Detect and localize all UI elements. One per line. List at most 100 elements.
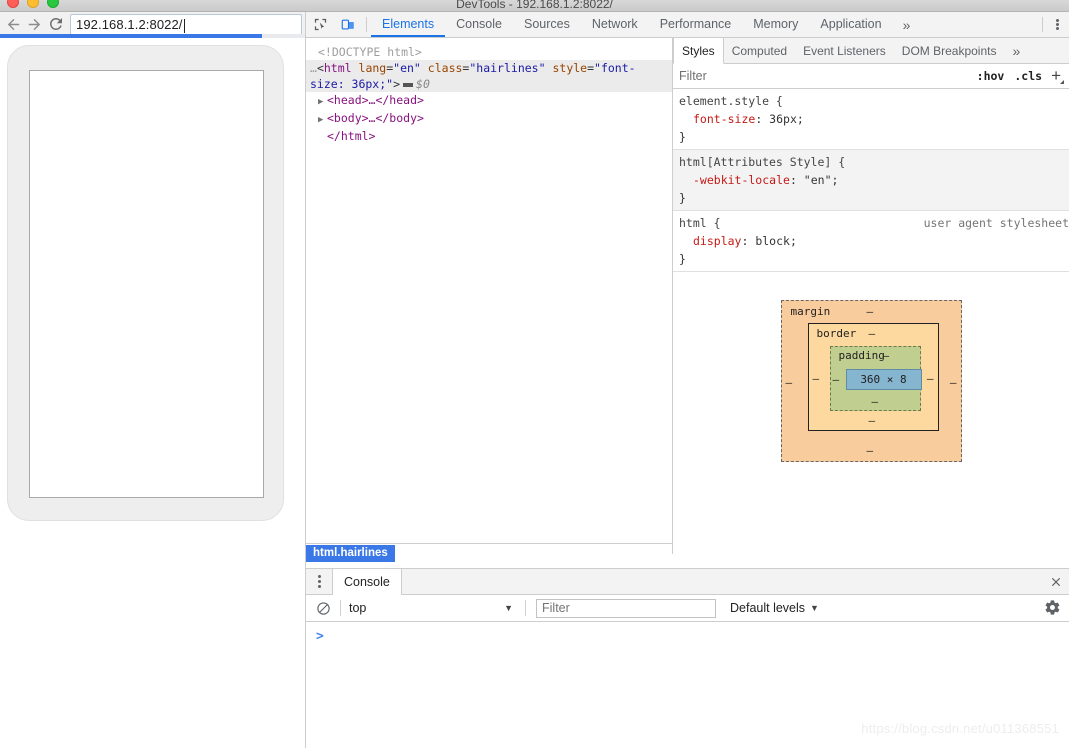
dom-tree[interactable]: <!DOCTYPE html> …<html lang="en" class="… [306, 38, 672, 554]
box-model-margin-bottom-value[interactable]: – [867, 444, 874, 457]
dom-selected-node[interactable]: …<html lang="en" class="hairlines" style… [306, 60, 672, 92]
console-filter-input[interactable]: Filter [536, 598, 716, 618]
box-model-margin-left-value[interactable]: – [786, 376, 793, 389]
kebab-dot [1055, 19, 1059, 22]
console-context-select[interactable]: top ▼ [347, 601, 519, 615]
devtools-tabs: Elements Console Sources Network Perform… [371, 12, 1036, 37]
box-model-margin[interactable]: margin – – – – border – – – – padding – [780, 300, 962, 462]
styles-more-tabs-icon[interactable]: » [1004, 38, 1028, 63]
tab-computed[interactable]: Computed [724, 38, 795, 63]
collapsed-marker-icon [403, 82, 414, 87]
tab-network[interactable]: Network [581, 12, 649, 37]
close-icon[interactable] [1049, 569, 1063, 594]
box-model-padding-top-value[interactable]: – [883, 349, 890, 362]
toolbar-divider [525, 600, 526, 616]
css-property-name[interactable]: display [693, 234, 741, 248]
toolbar-divider [366, 17, 367, 32]
forward-arrow-icon[interactable] [24, 14, 45, 35]
more-tabs-icon[interactable]: » [893, 12, 921, 37]
node-attr-style-name[interactable]: style [552, 61, 587, 75]
css-rule-html-ua[interactable]: html { user agent stylesheet display: bl… [673, 211, 1069, 272]
address-bar[interactable]: 192.168.1.2:8022/ [70, 13, 302, 35]
expand-arrow-icon[interactable]: ▶ [318, 112, 327, 128]
window-title: DevTools - 192.168.1.2:8022/ [456, 0, 613, 11]
css-rule-element-style[interactable]: element.style { font-size: 36px; } [673, 89, 1069, 150]
tab-event-listeners[interactable]: Event Listeners [795, 38, 894, 63]
node-attr-class-name[interactable]: class [428, 61, 463, 75]
dom-closing-tag-text: </html> [327, 129, 376, 143]
device-toolbar-icon[interactable] [334, 12, 362, 37]
styles-filter-bar: Filter :hov .cls + [673, 64, 1069, 89]
box-model-padding-bottom-value[interactable]: – [872, 395, 879, 408]
tab-performance[interactable]: Performance [649, 12, 743, 37]
tab-application[interactable]: Application [809, 12, 892, 37]
node-attr-lang-name[interactable]: lang [359, 61, 387, 75]
box-model-margin-right-value[interactable]: – [950, 376, 957, 389]
page-viewport[interactable] [0, 38, 306, 748]
tab-console[interactable]: Console [445, 12, 513, 37]
box-model-border-top-value[interactable]: – [869, 327, 876, 340]
tab-elements[interactable]: Elements [371, 12, 446, 37]
node-attr-class-value[interactable]: "hairlines" [469, 61, 545, 75]
dom-doctype-line: <!DOCTYPE html> [306, 44, 672, 60]
chevron-down-icon: ▼ [504, 603, 513, 613]
expand-arrow-icon[interactable]: ▶ [318, 94, 327, 110]
drawer-kebab-menu-icon[interactable] [306, 569, 332, 594]
browser-toolbar: 192.168.1.2:8022/ [0, 12, 306, 36]
css-declaration[interactable]: display: block; [673, 232, 1069, 250]
box-model-diagram: margin – – – – border – – – – padding – [673, 300, 1069, 500]
styles-filter-input[interactable]: Filter [679, 69, 972, 83]
dropdown-corner-icon [1060, 79, 1064, 84]
node-attr-lang-value[interactable]: "en" [393, 61, 421, 75]
breadcrumb-item-html[interactable]: html.hairlines [306, 545, 395, 562]
box-model-content-size[interactable]: 360 × 8 [845, 369, 922, 390]
toggle-element-state-button[interactable]: :hov [972, 69, 1010, 83]
box-model-border[interactable]: border – – – – padding – – – – 360 × 8 [807, 323, 939, 431]
toolbar-divider [340, 600, 341, 616]
css-selector: html[Attributes Style] { [679, 155, 846, 169]
inspect-element-icon[interactable] [306, 12, 334, 37]
kebab-dot [317, 585, 321, 588]
kebab-dot [1055, 27, 1059, 30]
kebab-dot [1055, 23, 1059, 26]
console-log-levels-select[interactable]: Default levels ▼ [730, 601, 819, 615]
console-ref-badge: $0 [416, 77, 430, 91]
kebab-menu-icon[interactable] [1045, 12, 1069, 37]
drawer-tabbar: Console [306, 569, 1069, 595]
gear-icon[interactable] [1044, 599, 1061, 621]
back-arrow-icon[interactable] [3, 14, 24, 35]
css-property-name[interactable]: font-size [693, 112, 755, 126]
new-style-rule-button[interactable]: + [1047, 67, 1065, 86]
box-model-border-left-value[interactable]: – [813, 372, 820, 385]
box-model-border-right-value[interactable]: – [927, 372, 934, 385]
box-model-border-bottom-value[interactable]: – [869, 414, 876, 427]
device-screen[interactable] [29, 70, 264, 498]
tab-styles[interactable]: Styles [673, 38, 724, 64]
dom-child-body[interactable]: ▶ <body>…</body> [306, 110, 672, 128]
css-property-value[interactable]: 36px; [769, 112, 804, 126]
tab-dom-breakpoints[interactable]: DOM Breakpoints [894, 38, 1005, 63]
clear-console-icon[interactable] [312, 601, 334, 616]
element-classes-button[interactable]: .cls [1009, 69, 1047, 83]
box-model-margin-label: margin [790, 305, 831, 318]
box-model-padding[interactable]: padding – – – – 360 × 8 [829, 346, 922, 411]
box-model-margin-top-value[interactable]: – [867, 305, 874, 318]
dom-child-head[interactable]: ▶ <head>…</head> [306, 92, 672, 110]
css-declaration[interactable]: font-size: 36px; [673, 110, 1069, 128]
css-property-name[interactable]: -webkit-locale [693, 173, 790, 187]
devtools-panel: Elements Console Sources Network Perform… [306, 12, 1069, 748]
css-property-value[interactable]: "en"; [804, 173, 839, 187]
css-property-value[interactable]: block; [755, 234, 797, 248]
chevron-down-icon: ▼ [810, 603, 819, 613]
css-declaration[interactable]: -webkit-locale: "en"; [673, 171, 1069, 189]
drawer-tab-console[interactable]: Console [332, 569, 402, 595]
tab-sources[interactable]: Sources [513, 12, 581, 37]
app-root: DevTools - 192.168.1.2:8022/ 192.168.1.2… [0, 0, 1069, 748]
css-rule-attributes-style[interactable]: html[Attributes Style] { -webkit-locale:… [673, 150, 1069, 211]
styles-tabbar: Styles Computed Event Listeners DOM Brea… [673, 38, 1069, 64]
reload-icon[interactable] [45, 14, 66, 35]
box-model-padding-left-value[interactable]: – [833, 373, 840, 386]
address-bar-value: 192.168.1.2:8022/ [76, 16, 183, 32]
tab-memory[interactable]: Memory [742, 12, 809, 37]
box-model-border-label: border [816, 327, 857, 340]
